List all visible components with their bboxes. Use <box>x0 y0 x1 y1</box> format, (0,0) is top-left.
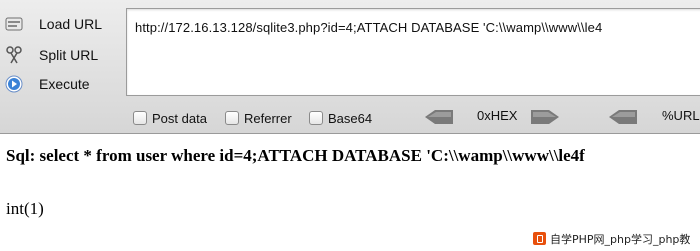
hex-decode-arrow-icon[interactable] <box>425 110 453 129</box>
url-encode-label: %URL <box>662 108 700 123</box>
load-url-button[interactable]: Load URL <box>0 11 122 37</box>
base64-label: Base64 <box>328 110 373 126</box>
referrer-option[interactable]: Referrer <box>225 108 292 128</box>
base64-checkbox[interactable] <box>309 111 323 125</box>
referrer-label: Referrer <box>244 110 292 126</box>
load-url-icon <box>5 15 23 33</box>
base64-option[interactable]: Base64 <box>309 108 372 128</box>
execute-button[interactable]: Execute <box>0 71 122 97</box>
query-result-text: int(1) <box>6 199 44 218</box>
hex-encode-arrow-icon[interactable] <box>531 110 559 129</box>
split-url-icon <box>5 46 23 64</box>
load-url-label: Load URL <box>39 16 103 32</box>
split-url-label: Split URL <box>39 47 99 63</box>
split-url-button[interactable]: Split URL <box>0 42 122 68</box>
sql-query-text: Sql: select * from user where id=4;ATTAC… <box>6 146 585 165</box>
url-textarea[interactable]: http://172.16.13.128/sqlite3.php?id=4;AT… <box>126 8 700 96</box>
post-data-option[interactable]: Post data <box>133 108 207 128</box>
execute-icon <box>5 75 23 93</box>
watermark: 自学PHP网_php学习_php教 <box>533 230 690 247</box>
hackbar-toolbar: Load URL Split URL Execute http://172.16… <box>0 0 700 134</box>
hex-label: 0xHEX <box>477 108 518 123</box>
referrer-checkbox[interactable] <box>225 111 239 125</box>
post-data-checkbox[interactable] <box>133 111 147 125</box>
url-decode-arrow-icon[interactable] <box>609 110 637 129</box>
url-value[interactable]: http://172.16.13.128/sqlite3.php?id=4;AT… <box>135 20 602 35</box>
execute-label: Execute <box>39 76 90 92</box>
post-data-label: Post data <box>152 110 207 126</box>
php-site-logo-icon <box>533 232 546 245</box>
watermark-text: 自学PHP网_php学习_php教 <box>550 232 691 246</box>
